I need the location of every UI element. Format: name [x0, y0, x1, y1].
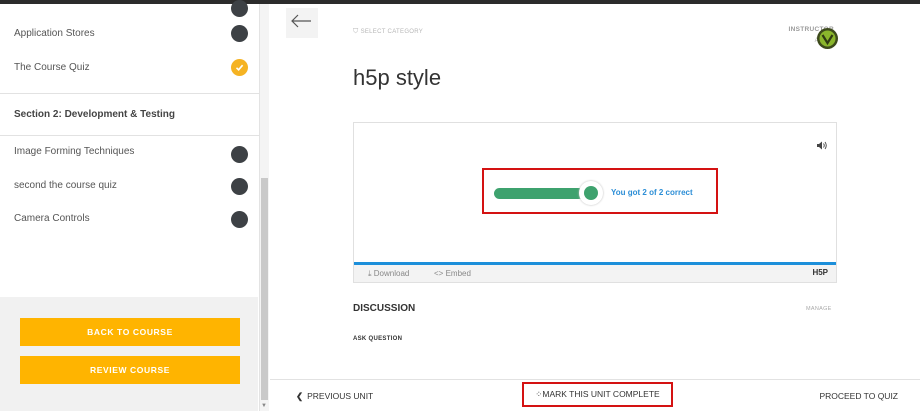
download-icon: ⤓: [368, 269, 372, 278]
incomplete-status-icon: [231, 25, 248, 42]
avatar-logo-icon: [819, 30, 836, 47]
back-to-course-button[interactable]: BACK TO COURSE: [20, 318, 240, 346]
back-arrow-button[interactable]: [286, 8, 318, 38]
page-title: h5p style: [353, 65, 442, 90]
select-category-label: SELECT CATEGORY: [360, 29, 424, 35]
previous-unit-label: PREVIOUS UNIT: [307, 391, 374, 401]
status-dot-icon: [231, 0, 248, 17]
h5p-content: You got 2 of 2 correct ⤓ Download <> Emb…: [353, 122, 837, 283]
unit-item-image-forming[interactable]: Image Forming Techniques: [0, 137, 260, 171]
volume-icon[interactable]: [817, 137, 828, 155]
download-label: Download: [373, 269, 410, 278]
chevron-left-icon: ❮: [296, 391, 304, 401]
section-title: Section 2: Development & Testing: [14, 109, 175, 120]
incomplete-status-icon: [231, 178, 248, 195]
sidebar-actions: BACK TO COURSE REVIEW COURSE: [0, 297, 258, 411]
sidebar-scrollbar[interactable]: ▼: [260, 4, 269, 411]
incomplete-status-icon: [231, 211, 248, 228]
section-header[interactable]: Section 2: Development & Testing: [0, 93, 260, 136]
unit-label: Camera Controls: [14, 213, 90, 224]
h5p-logo: H5P: [812, 268, 828, 277]
mark-complete-button[interactable]: ⁘MARK THIS UNIT COMPLETE: [522, 382, 673, 407]
manage-link[interactable]: MANAGE: [806, 306, 832, 312]
arrow-left-icon: [291, 14, 311, 28]
unit-label: second the course quiz: [14, 180, 117, 191]
mark-complete-label: MARK THIS UNIT COMPLETE: [542, 389, 660, 399]
unit-item-course-quiz[interactable]: The Course Quiz: [0, 53, 260, 87]
unit-label: Image Forming Techniques: [14, 146, 135, 157]
check-complete-icon: [231, 59, 248, 76]
unit-item-application-stores[interactable]: Application Stores: [0, 19, 260, 53]
unit-item-second-quiz[interactable]: second the course quiz: [0, 171, 260, 205]
proceed-to-quiz-button[interactable]: PROCEED TO QUIZ: [819, 391, 898, 401]
unit-label: Application Stores: [14, 28, 95, 39]
incomplete-status-icon: [231, 146, 248, 163]
embed-label: Embed: [445, 269, 471, 278]
scrollbar-thumb[interactable]: [261, 178, 268, 400]
h5p-actions-bar: ⤓ Download <> Embed H5P: [354, 265, 836, 282]
discussion-title: DISCUSSION: [353, 303, 416, 314]
embed-icon: <>: [434, 269, 444, 278]
unit-label: The Course Quiz: [14, 62, 90, 73]
download-link[interactable]: ⤓ Download: [368, 269, 409, 279]
embed-link[interactable]: <> Embed: [434, 269, 471, 278]
unit-navigation: ❮ PREVIOUS UNIT ⁘MARK THIS UNIT COMPLETE …: [270, 379, 920, 411]
review-course-button[interactable]: REVIEW COURSE: [20, 356, 240, 384]
unit-item-camera-controls[interactable]: Camera Controls: [0, 204, 260, 238]
instructor-avatar[interactable]: [817, 28, 838, 49]
course-sidebar: Application Stores The Course Quiz Secti…: [0, 0, 260, 411]
scroll-down-arrow-icon[interactable]: ▼: [261, 403, 267, 409]
tag-icon: ⛉: [353, 28, 359, 35]
ask-question-link[interactable]: ASK QUESTION: [353, 336, 402, 342]
unit-content: ⛉SELECT CATEGORY INSTRUCTOR ADMIN h5p st…: [270, 4, 920, 411]
select-category-link[interactable]: ⛉ SELECT CATEGORY: [353, 28, 423, 36]
score-highlight: [482, 168, 718, 214]
previous-unit-button[interactable]: ❮ PREVIOUS UNIT: [296, 391, 373, 402]
